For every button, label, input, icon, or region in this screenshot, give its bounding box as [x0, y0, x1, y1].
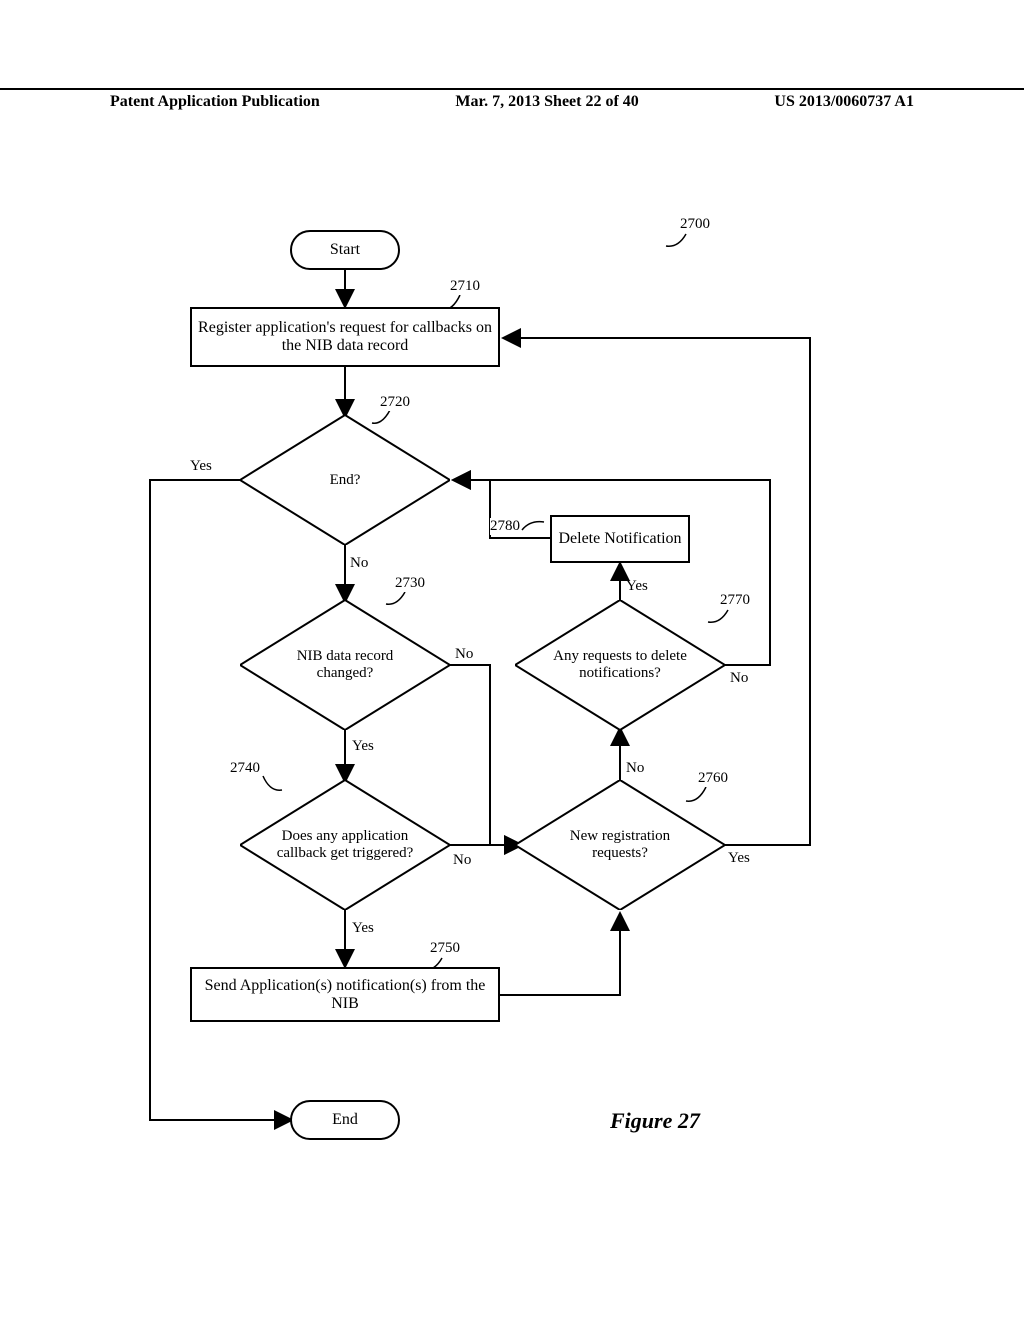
flowchart-canvas: Start Register application's request for… [90, 190, 940, 1250]
header-center: Mar. 7, 2013 Sheet 22 of 40 [455, 93, 638, 116]
edge-2760-no: No [626, 760, 644, 777]
edge-2720-yes: Yes [190, 458, 212, 475]
process-send-text: Send Application(s) notification(s) from… [198, 977, 492, 1013]
ref-2720: 2720 [380, 394, 410, 411]
edge-2770-yes: Yes [626, 578, 648, 595]
decision-delete-req-text: Any requests to delete notifications? [543, 648, 697, 682]
decision-callback: Does any application callback get trigge… [240, 780, 450, 910]
edge-2770-no: No [730, 670, 748, 687]
ref-2730: 2730 [395, 575, 425, 592]
process-send: Send Application(s) notification(s) from… [190, 967, 500, 1022]
decision-end: End? [240, 415, 450, 545]
ref-2700: 2700 [680, 216, 710, 233]
figure-title: Figure 27 [610, 1108, 700, 1134]
ref-2710: 2710 [450, 278, 480, 295]
ref-2760: 2760 [698, 770, 728, 787]
end-terminator: End [290, 1100, 400, 1140]
ref-2770: 2770 [720, 592, 750, 609]
decision-new-reg: New registration requests? [515, 780, 725, 910]
edge-2730-yes: Yes [352, 738, 374, 755]
header-left: Patent Application Publication [110, 93, 320, 116]
page-header: Patent Application Publication Mar. 7, 2… [0, 88, 1024, 116]
edge-2760-yes: Yes [728, 850, 750, 867]
decision-delete-req: Any requests to delete notifications? [515, 600, 725, 730]
start-terminator: Start [290, 230, 400, 270]
edge-2740-no: No [453, 852, 471, 869]
edge-2720-no: No [350, 555, 368, 572]
decision-new-reg-text: New registration requests? [543, 828, 697, 862]
decision-callback-text: Does any application callback get trigge… [268, 828, 422, 862]
process-register-text: Register application's request for callb… [198, 319, 492, 355]
decision-end-text: End? [330, 472, 361, 489]
edge-2730-no: No [455, 646, 473, 663]
process-delete-text: Delete Notification [558, 530, 681, 548]
decision-nib-changed: NIB data record changed? [240, 600, 450, 730]
start-label: Start [330, 241, 360, 259]
process-delete-notification: Delete Notification [550, 515, 690, 563]
decision-nib-changed-text: NIB data record changed? [268, 648, 422, 682]
edge-2740-yes: Yes [352, 920, 374, 937]
ref-2780: 2780 [490, 518, 520, 535]
end-label: End [332, 1111, 358, 1129]
ref-2750: 2750 [430, 940, 460, 957]
header-right: US 2013/0060737 A1 [774, 93, 914, 116]
process-register: Register application's request for callb… [190, 307, 500, 367]
ref-2740: 2740 [230, 760, 260, 777]
